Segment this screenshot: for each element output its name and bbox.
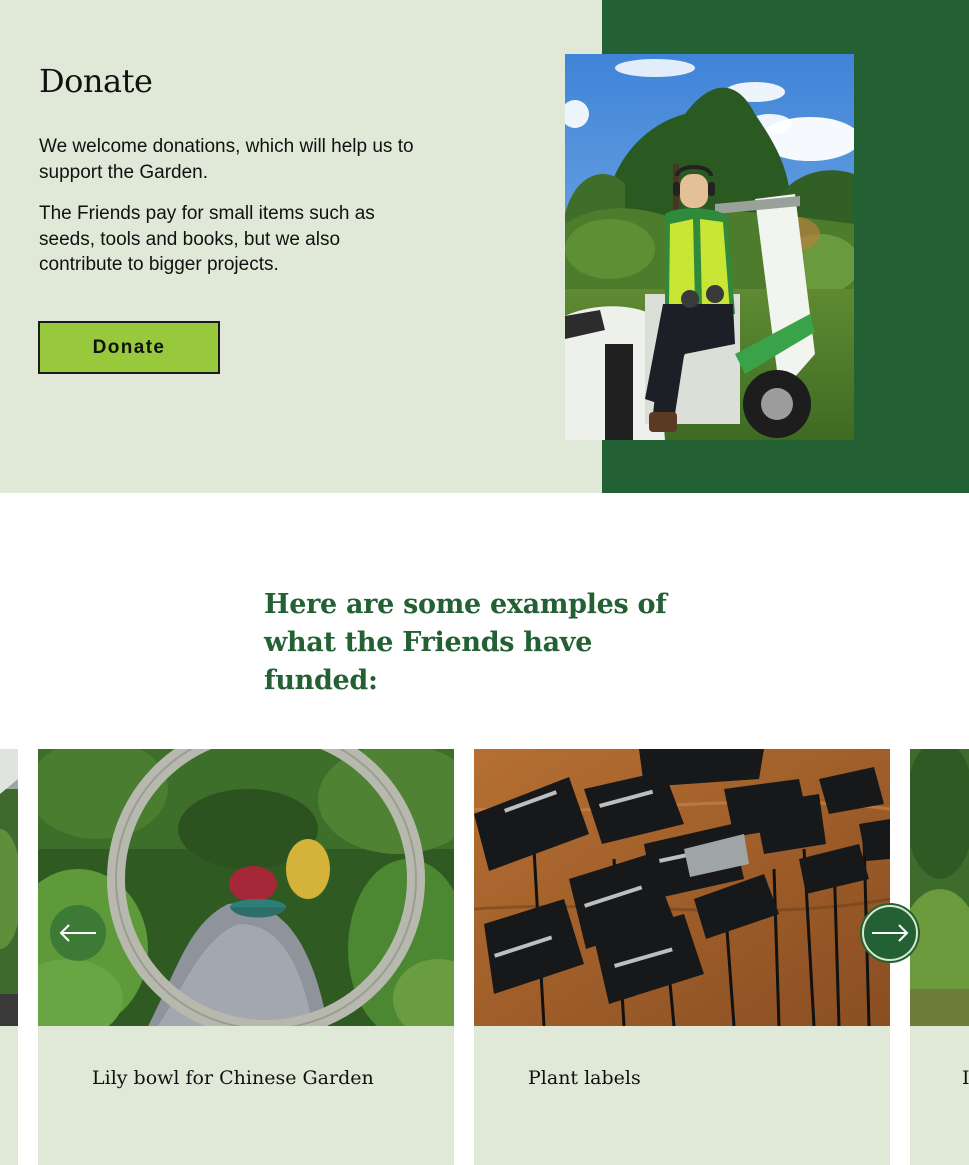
carousel-card[interactable] <box>38 749 454 1165</box>
carousel-next-button[interactable] <box>862 905 918 961</box>
card-image <box>910 749 969 1026</box>
donate-title: Donate <box>39 62 153 100</box>
arrow-right-icon <box>872 924 909 942</box>
donate-button[interactable]: Donate <box>38 321 220 374</box>
carousel-card[interactable] <box>474 749 890 1165</box>
plant-labels-photo <box>474 749 890 1026</box>
volunteer-mower-photo <box>565 54 854 440</box>
carousel-card-partial-right[interactable] <box>910 749 969 1165</box>
arrow-left-icon <box>59 924 96 942</box>
donate-intro-text: We welcome donations, which will help us… <box>39 136 414 183</box>
lily-bowl-photo <box>38 749 454 1026</box>
donate-section: Donate We welcome donations, which will … <box>0 0 969 493</box>
carousel-card-partial-left[interactable] <box>0 749 18 1165</box>
card-title: Lily bowl for Chinese Garden <box>92 1067 374 1089</box>
card-title: Plant labels <box>528 1067 641 1089</box>
card-image <box>0 749 18 1026</box>
partial-card-title: I <box>962 1067 969 1089</box>
funded-heading: Here are some examples of what the Frien… <box>264 589 667 696</box>
donate-detail-text: The Friends pay for small items such as … <box>39 203 375 275</box>
carousel-prev-button[interactable] <box>50 905 106 961</box>
